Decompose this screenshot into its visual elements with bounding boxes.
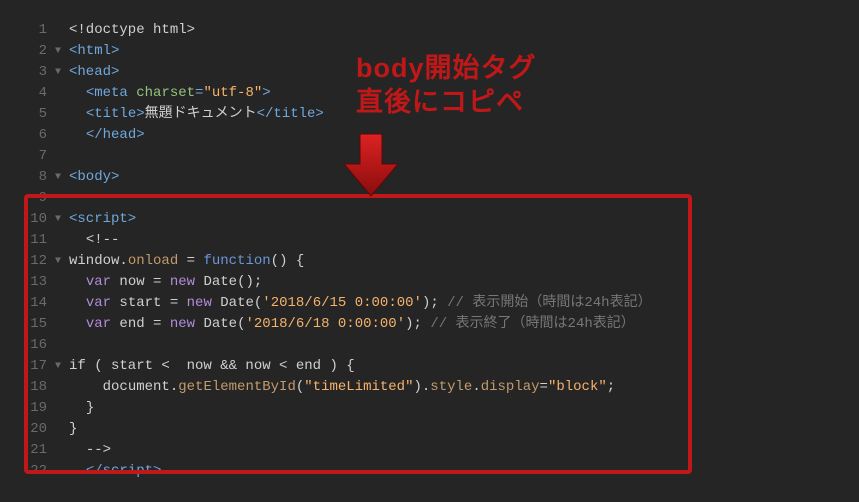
code-content[interactable]: <!-- — [69, 230, 859, 251]
code-content[interactable]: <html> — [69, 41, 859, 62]
code-editor[interactable]: 1<!doctype html>2▼<html>3▼<head>4 <meta … — [0, 20, 859, 482]
line-number: 18 — [0, 377, 55, 398]
line-number: 10 — [0, 209, 55, 230]
code-line[interactable]: 5 <title>無題ドキュメント</title> — [0, 104, 859, 125]
line-number: 9 — [0, 188, 55, 209]
code-content[interactable]: <!doctype html> — [69, 20, 859, 41]
line-number: 14 — [0, 293, 55, 314]
line-number: 21 — [0, 440, 55, 461]
line-number: 13 — [0, 272, 55, 293]
line-number: 5 — [0, 104, 55, 125]
code-content[interactable]: document.getElementById("timeLimited").s… — [69, 377, 859, 398]
code-line[interactable]: 19 } — [0, 398, 859, 419]
code-content[interactable]: } — [69, 398, 859, 419]
code-line[interactable]: 17▼if ( start < now && now < end ) { — [0, 356, 859, 377]
code-line[interactable]: 8▼<body> — [0, 167, 859, 188]
code-content[interactable]: </head> — [69, 125, 859, 146]
code-line[interactable]: 2▼<html> — [0, 41, 859, 62]
code-line[interactable]: 4 <meta charset="utf-8"> — [0, 83, 859, 104]
code-content[interactable]: <script> — [69, 209, 859, 230]
code-content[interactable]: <title>無題ドキュメント</title> — [69, 104, 859, 125]
code-line[interactable]: 22 </script> — [0, 461, 859, 482]
fold-marker[interactable]: ▼ — [55, 209, 69, 230]
code-content[interactable]: <head> — [69, 62, 859, 83]
code-line[interactable]: 20} — [0, 419, 859, 440]
code-line[interactable]: 21 --> — [0, 440, 859, 461]
code-line[interactable]: 15 var end = new Date('2018/6/18 0:00:00… — [0, 314, 859, 335]
code-line[interactable]: 10▼<script> — [0, 209, 859, 230]
line-number: 16 — [0, 335, 55, 356]
fold-marker[interactable]: ▼ — [55, 251, 69, 272]
line-number: 8 — [0, 167, 55, 188]
line-number: 11 — [0, 230, 55, 251]
line-number: 17 — [0, 356, 55, 377]
code-content[interactable]: window.onload = function() { — [69, 251, 859, 272]
fold-marker[interactable]: ▼ — [55, 41, 69, 62]
code-content[interactable]: var end = new Date('2018/6/18 0:00:00');… — [69, 314, 859, 335]
code-line[interactable]: 14 var start = new Date('2018/6/15 0:00:… — [0, 293, 859, 314]
code-content[interactable]: --> — [69, 440, 859, 461]
code-line[interactable]: 3▼<head> — [0, 62, 859, 83]
line-number: 20 — [0, 419, 55, 440]
code-line[interactable]: 12▼window.onload = function() { — [0, 251, 859, 272]
code-line[interactable]: 13 var now = new Date(); — [0, 272, 859, 293]
code-line[interactable]: 7 — [0, 146, 859, 167]
code-line[interactable]: 1 <!doctype html> — [0, 20, 859, 41]
line-number: 6 — [0, 125, 55, 146]
line-number: 2 — [0, 41, 55, 62]
code-content[interactable]: </script> — [69, 461, 859, 482]
line-number: 19 — [0, 398, 55, 419]
code-content[interactable]: var now = new Date(); — [69, 272, 859, 293]
line-number: 7 — [0, 146, 55, 167]
fold-marker[interactable]: ▼ — [55, 62, 69, 83]
line-number: 1 — [0, 20, 55, 41]
line-number: 22 — [0, 461, 55, 482]
code-content[interactable]: } — [69, 419, 859, 440]
code-line[interactable]: 9 — [0, 188, 859, 209]
line-number: 3 — [0, 62, 55, 83]
code-content[interactable]: if ( start < now && now < end ) { — [69, 356, 859, 377]
code-line[interactable]: 16 — [0, 335, 859, 356]
code-line[interactable]: 18 document.getElementById("timeLimited"… — [0, 377, 859, 398]
code-content[interactable]: <body> — [69, 167, 859, 188]
fold-marker[interactable]: ▼ — [55, 356, 69, 377]
code-content[interactable]: var start = new Date('2018/6/15 0:00:00'… — [69, 293, 859, 314]
code-content[interactable]: <meta charset="utf-8"> — [69, 83, 859, 104]
code-line[interactable]: 11 <!-- — [0, 230, 859, 251]
line-number: 15 — [0, 314, 55, 335]
line-number: 12 — [0, 251, 55, 272]
line-number: 4 — [0, 83, 55, 104]
code-line[interactable]: 6 </head> — [0, 125, 859, 146]
fold-marker[interactable]: ▼ — [55, 167, 69, 188]
